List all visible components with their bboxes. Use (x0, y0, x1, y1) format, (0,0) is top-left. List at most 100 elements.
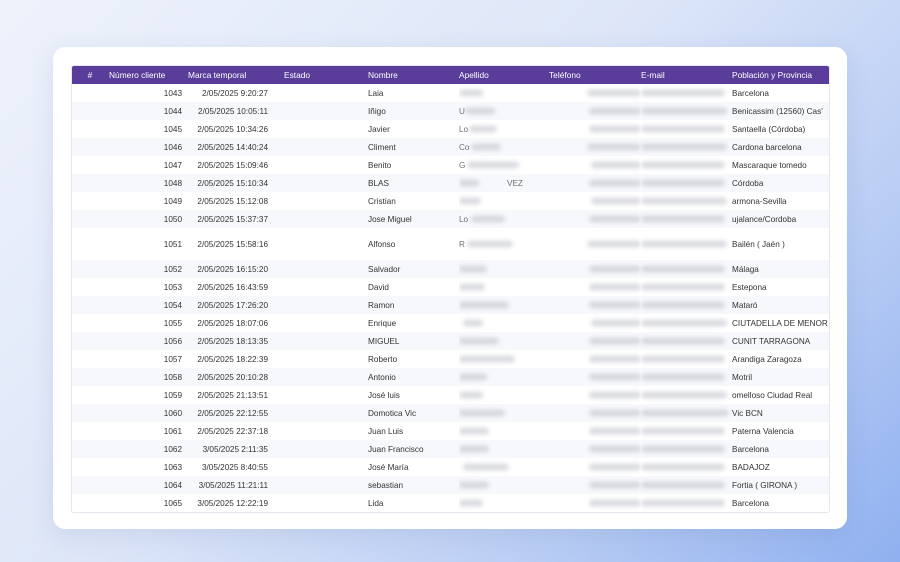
cell-nombre[interactable]: José María (368, 458, 459, 476)
cell-apellido[interactable]: Lo (459, 120, 549, 138)
cell-poblacion[interactable]: ujalance/Cordoba (732, 210, 829, 228)
cell-poblacion[interactable]: Benicassim (12560) Cas' (732, 102, 829, 120)
cell-cliente[interactable]: 1049 (108, 192, 188, 210)
cell-telefono[interactable] (549, 422, 641, 440)
cell-telefono[interactable] (549, 278, 641, 296)
cell-cliente[interactable]: 1056 (108, 332, 188, 350)
cell-marca[interactable]: 2/05/2025 14:40:24 (188, 138, 284, 156)
cell-marca[interactable]: 2/05/2025 20:10:28 (188, 368, 284, 386)
cell-nombre[interactable]: Javier (368, 120, 459, 138)
cell-poblacion[interactable]: BADAJOZ (732, 458, 829, 476)
cell-estado[interactable] (284, 404, 368, 422)
cell-telefono[interactable] (549, 386, 641, 404)
table-row[interactable]: 1047 2/05/2025 15:09:46 Benito G Mascaraque … (72, 156, 829, 174)
cell-estado[interactable] (284, 458, 368, 476)
cell-marca[interactable]: 2/05/2025 22:12:55 (188, 404, 284, 422)
cell-num[interactable] (72, 156, 108, 174)
cell-email[interactable] (641, 386, 732, 404)
cell-telefono[interactable] (549, 174, 641, 192)
cell-num[interactable] (72, 210, 108, 228)
cell-poblacion[interactable]: Barcelona (732, 440, 829, 458)
table-row[interactable]: 1061 2/05/2025 22:37:18 Juan Luis Paterna V… (72, 422, 829, 440)
header-telefono[interactable]: Teléfono (549, 66, 641, 84)
header-marca[interactable]: Marca temporal (188, 66, 284, 84)
cell-email[interactable] (641, 102, 732, 120)
cell-marca[interactable]: 2/05/2025 16:15:20 (188, 260, 284, 278)
cell-marca[interactable]: 2/05/2025 18:13:35 (188, 332, 284, 350)
cell-cliente[interactable]: 1062 (108, 440, 188, 458)
cell-email[interactable] (641, 296, 732, 314)
cell-nombre[interactable]: Ramon (368, 296, 459, 314)
cell-poblacion[interactable]: CUNIT TARRAGONA (732, 332, 829, 350)
cell-poblacion[interactable]: Barcelona (732, 494, 829, 512)
cell-num[interactable] (72, 228, 108, 260)
cell-num[interactable] (72, 440, 108, 458)
table-row[interactable]: 1043 2/05/2025 9:20:27 Laia Barcelona (72, 84, 829, 102)
cell-email[interactable] (641, 440, 732, 458)
cell-telefono[interactable] (549, 102, 641, 120)
cell-telefono[interactable] (549, 120, 641, 138)
cell-telefono[interactable] (549, 350, 641, 368)
cell-estado[interactable] (284, 494, 368, 512)
cell-num[interactable] (72, 332, 108, 350)
cell-poblacion[interactable]: Arandiga Zaragoza (732, 350, 829, 368)
cell-num[interactable] (72, 350, 108, 368)
cell-num[interactable] (72, 368, 108, 386)
cell-poblacion[interactable]: Fortia ( GIRONA ) (732, 476, 829, 494)
cell-num[interactable] (72, 174, 108, 192)
table-row[interactable]: 1055 2/05/2025 18:07:06 Enrique CIUTADELLA … (72, 314, 829, 332)
cell-nombre[interactable]: Benito (368, 156, 459, 174)
cell-email[interactable] (641, 422, 732, 440)
cell-apellido[interactable]: G (459, 156, 549, 174)
cell-num[interactable] (72, 494, 108, 512)
table-row[interactable]: 1053 2/05/2025 16:43:59 David Estepona (72, 278, 829, 296)
cell-apellido[interactable] (459, 260, 549, 278)
table-row[interactable]: 1057 2/05/2025 18:22:39 Roberto Arandiga Za… (72, 350, 829, 368)
cell-email[interactable] (641, 278, 732, 296)
cell-poblacion[interactable]: Mataró (732, 296, 829, 314)
cell-estado[interactable] (284, 422, 368, 440)
cell-cliente[interactable]: 1050 (108, 210, 188, 228)
cell-marca[interactable]: 2/05/2025 10:34:26 (188, 120, 284, 138)
cell-email[interactable] (641, 368, 732, 386)
cell-poblacion[interactable]: CIUTADELLA DE MENOR (732, 314, 829, 332)
cell-estado[interactable] (284, 210, 368, 228)
cell-estado[interactable] (284, 296, 368, 314)
cell-estado[interactable] (284, 138, 368, 156)
cell-apellido[interactable] (459, 386, 549, 404)
cell-num[interactable] (72, 138, 108, 156)
cell-marca[interactable]: 2/05/2025 15:12:08 (188, 192, 284, 210)
cell-apellido[interactable] (459, 314, 549, 332)
cell-email[interactable] (641, 174, 732, 192)
cell-nombre[interactable]: Antonio (368, 368, 459, 386)
cell-nombre[interactable]: Lida (368, 494, 459, 512)
cell-email[interactable] (641, 260, 732, 278)
table-row[interactable]: 1065 3/05/2025 12:22:19 Lida Barcelona (72, 494, 829, 512)
cell-telefono[interactable] (549, 368, 641, 386)
cell-apellido[interactable] (459, 296, 549, 314)
table-row[interactable]: 1052 2/05/2025 16:15:20 Salvador Málaga (72, 260, 829, 278)
cell-cliente[interactable]: 1057 (108, 350, 188, 368)
cell-telefono[interactable] (549, 138, 641, 156)
cell-cliente[interactable]: 1061 (108, 422, 188, 440)
cell-telefono[interactable] (549, 458, 641, 476)
cell-poblacion[interactable]: Bailén ( Jaén ) (732, 228, 829, 260)
cell-poblacion[interactable]: omelloso Ciudad Real (732, 386, 829, 404)
header-apellido[interactable]: Apellido (459, 66, 549, 84)
cell-apellido[interactable] (459, 458, 549, 476)
cell-apellido[interactable] (459, 494, 549, 512)
cell-apellido[interactable] (459, 368, 549, 386)
cell-email[interactable] (641, 84, 732, 102)
cell-poblacion[interactable]: Estepona (732, 278, 829, 296)
cell-telefono[interactable] (549, 440, 641, 458)
cell-num[interactable] (72, 84, 108, 102)
cell-nombre[interactable]: Juan Francisco (368, 440, 459, 458)
cell-nombre[interactable]: Laia (368, 84, 459, 102)
cell-email[interactable] (641, 210, 732, 228)
cell-cliente[interactable]: 1045 (108, 120, 188, 138)
cell-apellido[interactable] (459, 332, 549, 350)
table-row[interactable]: 1044 2/05/2025 10:05:11 Iñigo U Benicassim (… (72, 102, 829, 120)
cell-email[interactable] (641, 156, 732, 174)
cell-marca[interactable]: 3/05/2025 11:21:11 (188, 476, 284, 494)
cell-apellido[interactable]: Co (459, 138, 549, 156)
